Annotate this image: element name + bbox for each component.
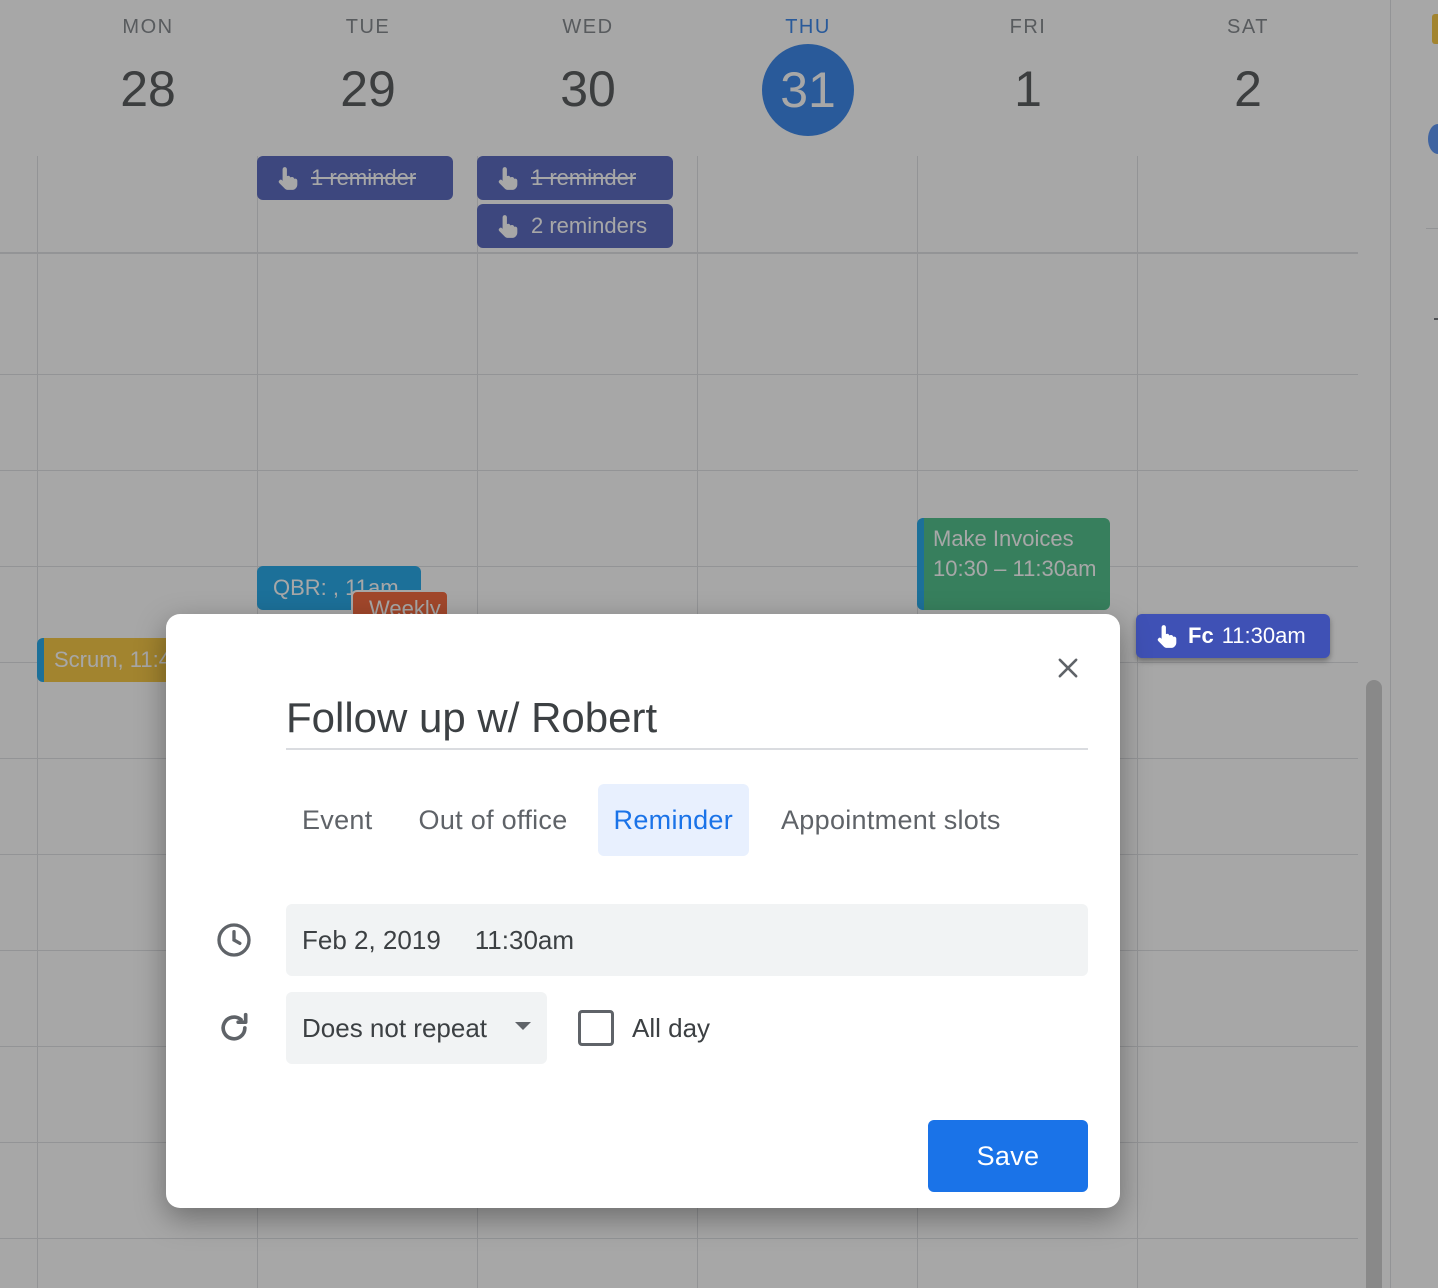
all-day-checkbox[interactable] xyxy=(578,1010,614,1046)
new-reminder-title: Fc xyxy=(1188,623,1214,648)
date-time-field[interactable]: Feb 2, 2019 11:30am xyxy=(286,904,1088,976)
title-input[interactable] xyxy=(286,688,1088,750)
date-value[interactable]: Feb 2, 2019 xyxy=(302,925,441,956)
tab-event[interactable]: Event xyxy=(286,784,389,856)
all-day-option[interactable]: All day xyxy=(578,1010,710,1046)
tab-reminder[interactable]: Reminder xyxy=(597,784,749,856)
repeat-dropdown[interactable]: Does not repeat xyxy=(286,992,547,1064)
repeat-icon xyxy=(221,1012,248,1041)
save-button[interactable]: Save xyxy=(928,1120,1088,1192)
pointing-hand-icon xyxy=(1157,625,1177,648)
close-icon xyxy=(1058,658,1078,678)
clock-icon xyxy=(217,923,251,957)
close-button[interactable] xyxy=(1046,646,1090,690)
new-reminder-time: 11:30am xyxy=(1221,623,1306,648)
time-value[interactable]: 11:30am xyxy=(475,925,574,956)
tab-appointment-slots[interactable]: Appointment slots xyxy=(765,784,1017,856)
all-day-label: All day xyxy=(632,1012,711,1043)
new-reminder-chip[interactable]: Fc 11:30am xyxy=(1136,614,1330,658)
chevron-down-icon xyxy=(515,1022,531,1030)
repeat-value: Does not repeat xyxy=(302,1012,488,1043)
create-reminder-dialog: Event Out of office Reminder Appointment… xyxy=(166,614,1120,1208)
tab-out-of-office[interactable]: Out of office xyxy=(403,784,584,856)
type-tabs: Event Out of office Reminder Appointment… xyxy=(286,784,1019,856)
